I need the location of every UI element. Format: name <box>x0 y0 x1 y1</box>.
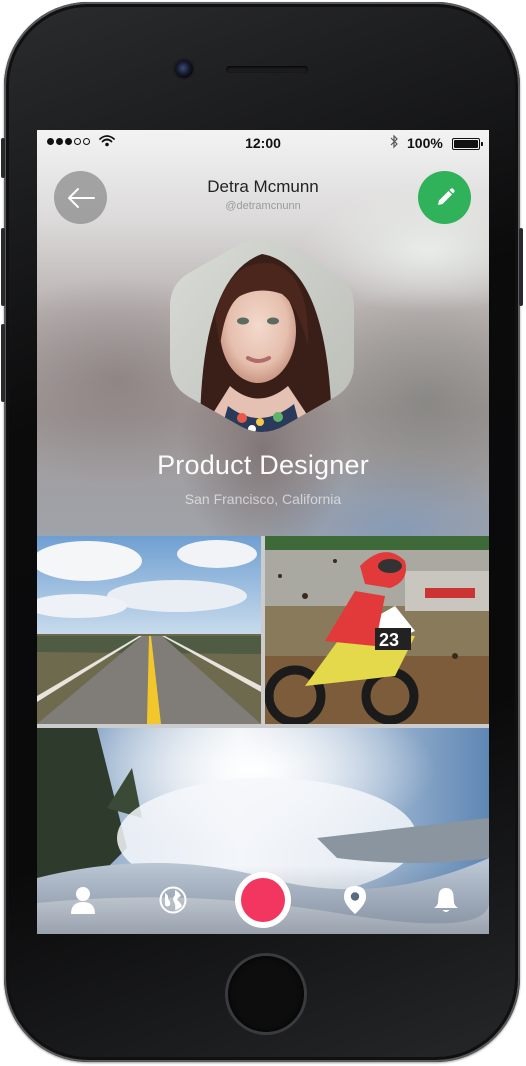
battery-percentage: 100% <box>407 135 443 151</box>
earpiece-speaker <box>226 66 308 73</box>
globe-icon <box>159 886 187 914</box>
profile-location: San Francisco, California <box>184 491 342 507</box>
volume-up-button <box>1 228 5 306</box>
svg-text:23: 23 <box>379 630 399 650</box>
battery-icon <box>452 138 483 150</box>
avatar[interactable] <box>170 236 354 434</box>
screen: 12:00 100% Detra Mcmunn @detramcnunn Pro… <box>37 130 489 934</box>
tab-location[interactable] <box>339 884 371 916</box>
job-title: Product Designer <box>157 450 369 480</box>
edit-profile-button[interactable] <box>418 171 471 224</box>
status-bar: 12:00 100% <box>37 130 489 154</box>
mute-switch <box>1 138 5 178</box>
tab-notifications[interactable] <box>430 884 462 916</box>
photo-road[interactable] <box>37 536 261 724</box>
map-pin-icon <box>344 886 366 914</box>
tab-bar <box>37 866 489 934</box>
record-button[interactable] <box>235 872 291 928</box>
record-dot-icon <box>241 878 285 922</box>
tab-explore[interactable] <box>157 884 189 916</box>
tab-profile[interactable] <box>67 884 99 916</box>
home-button[interactable] <box>228 956 304 1032</box>
front-camera <box>175 60 193 78</box>
bluetooth-icon <box>390 134 398 149</box>
volume-down-button <box>1 324 5 402</box>
pencil-icon <box>437 187 455 205</box>
power-button <box>519 228 523 306</box>
bell-icon <box>434 888 458 912</box>
profile-icon <box>71 887 95 914</box>
photo-motocross[interactable]: 23 <box>265 536 489 724</box>
